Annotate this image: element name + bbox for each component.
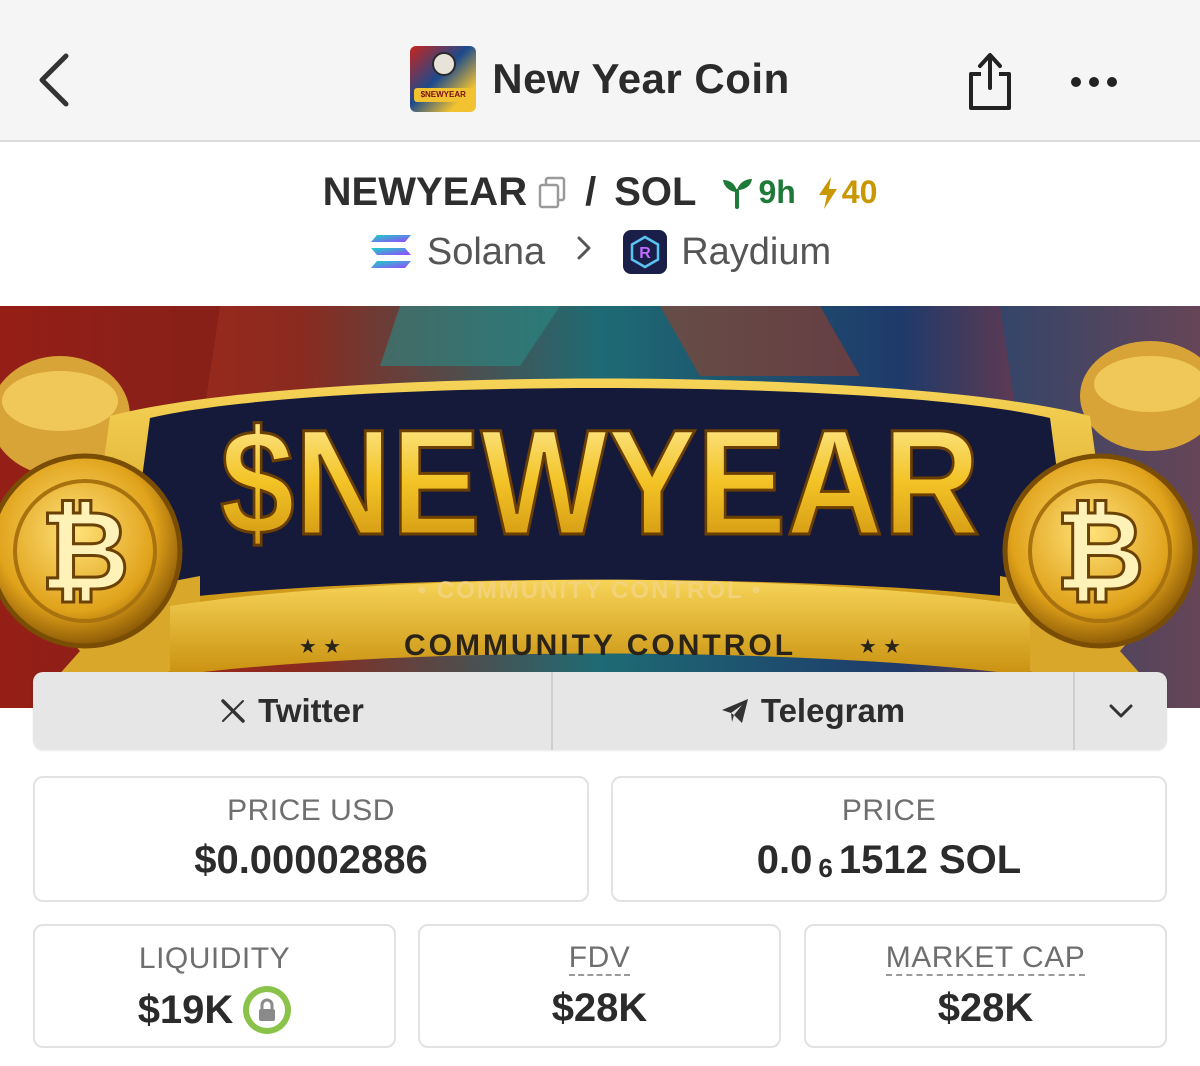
svg-text:★ ★: ★ ★: [859, 634, 901, 658]
price-prefix: 0.0: [756, 838, 813, 882]
pair-row: NEWYEAR / SOL 9h 40: [0, 170, 1200, 215]
pair-separator: /: [585, 170, 597, 214]
solana-icon: [370, 235, 411, 268]
fdv-label[interactable]: FDV: [568, 942, 631, 976]
lock-icon[interactable]: [243, 986, 292, 1034]
quote-symbol: SOL: [614, 170, 697, 214]
pair-age: 9h: [720, 174, 796, 211]
price-usd-text: $0.00002886: [194, 838, 428, 882]
token-banner: $NEWYEAR • COMMUNITY CONTROL • COMMUNITY…: [0, 306, 1200, 708]
network-label[interactable]: Solana: [427, 231, 545, 274]
title-group: $NEWYEAR New Year Coin: [0, 46, 1200, 112]
boost-count[interactable]: 40: [816, 174, 878, 211]
price-digits: 1512 SOL: [838, 838, 1022, 882]
telegram-label: Telegram: [760, 692, 906, 729]
more-button[interactable]: [1066, 62, 1122, 102]
price-sol-card: PRICE 0.0 6 1512 SOL: [611, 776, 1167, 902]
price-usd-value: $0.00002886: [35, 838, 587, 883]
price-usd-label: PRICE USD: [227, 794, 395, 827]
chevron-down-icon: [1109, 704, 1133, 718]
svg-text:R: R: [639, 245, 651, 262]
bitcoin-coin-left: ₿: [0, 453, 183, 649]
dex-label[interactable]: Raydium: [681, 231, 831, 274]
svg-text:₿: ₿: [1055, 490, 1145, 613]
copy-icon[interactable]: [537, 176, 567, 210]
price-sol-label: PRICE: [841, 794, 937, 827]
fdv-text: $28K: [551, 986, 648, 1030]
liquidity-card: LIQUIDITY $19K: [33, 924, 396, 1048]
telegram-button[interactable]: Telegram: [553, 672, 1075, 750]
share-button[interactable]: [962, 48, 1018, 114]
twitter-button[interactable]: Twitter: [33, 672, 553, 750]
market-cap-value: $28K: [806, 986, 1165, 1031]
svg-text:★ ★: ★ ★: [299, 634, 341, 658]
fdv-value: $28K: [420, 986, 779, 1031]
page-title: New Year Coin: [492, 55, 790, 102]
age-text: 9h: [758, 174, 796, 210]
bitcoin-coin-right: ₿: [1002, 453, 1198, 649]
logo-band: $NEWYEAR: [414, 88, 473, 102]
liquidity-text: $19K: [137, 987, 234, 1032]
raydium-icon: R: [623, 230, 668, 274]
liquidity-label: LIQUIDITY: [138, 942, 291, 975]
lightning-icon: [818, 176, 837, 209]
seedling-icon: [723, 178, 753, 209]
banner-tagline-1: • COMMUNITY CONTROL •: [418, 577, 763, 604]
market-cap-text: $28K: [937, 986, 1034, 1030]
price-zero-count: 6: [818, 853, 833, 883]
social-links: Twitter Telegram: [33, 672, 1167, 750]
price-sol-value: 0.0 6 1512 SOL: [613, 838, 1165, 883]
nav-header: $NEWYEAR New Year Coin: [0, 0, 1200, 142]
fdv-card: FDV $28K: [418, 924, 781, 1048]
svg-text:₿: ₿: [40, 490, 130, 613]
ellipsis-icon: [1071, 77, 1117, 87]
banner-headline: $NEWYEAR: [220, 398, 980, 566]
telegram-icon: [721, 699, 748, 723]
liquidity-value: $19K: [35, 986, 394, 1034]
share-icon: [969, 53, 1011, 110]
x-logo-icon: [221, 699, 245, 723]
logo-text: $NEWYEAR: [420, 90, 466, 99]
token-logo: $NEWYEAR: [410, 46, 477, 112]
base-symbol: NEWYEAR: [322, 170, 528, 214]
boost-text: 40: [841, 174, 878, 210]
banner-tagline-2: COMMUNITY CONTROL: [404, 629, 796, 662]
market-cap-card: MARKET CAP $28K: [804, 924, 1167, 1048]
chain-row: Solana R Raydium: [0, 230, 1200, 274]
price-usd-card: PRICE USD $0.00002886: [33, 776, 589, 902]
twitter-label: Twitter: [258, 692, 364, 729]
chevron-right-icon: [575, 235, 593, 269]
more-links-button[interactable]: [1075, 672, 1167, 750]
mascot-face: [432, 52, 457, 76]
market-cap-label[interactable]: MARKET CAP: [885, 942, 1086, 976]
